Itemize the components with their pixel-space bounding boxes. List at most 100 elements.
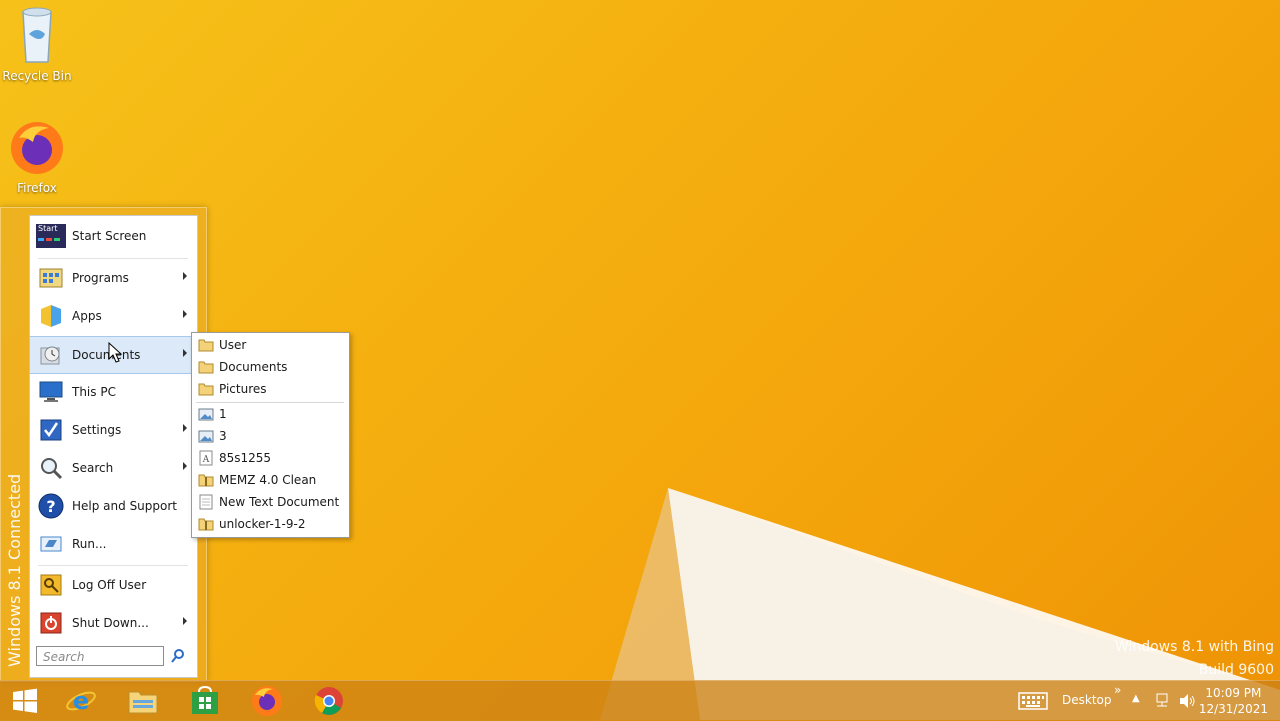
- tray-clock[interactable]: 10:09 PM 12/31/2021: [1199, 685, 1268, 717]
- search-icon: [36, 453, 66, 483]
- menu-item-label: This PC: [72, 385, 116, 399]
- start-button[interactable]: [0, 685, 50, 717]
- menu-item-this-pc[interactable]: This PC: [30, 374, 195, 410]
- mouse-cursor-icon: [108, 342, 122, 363]
- submenu-item-label: 85s1255: [219, 451, 272, 465]
- taskbar-store[interactable]: [180, 685, 230, 717]
- menu-item-label: Settings: [72, 423, 122, 437]
- menu-item-label: Help and Support: [72, 499, 177, 513]
- menu-item-label: Programs: [72, 271, 129, 285]
- firefox-desktop-icon[interactable]: Firefox: [0, 120, 74, 195]
- submenu-item-label: Pictures: [219, 382, 267, 396]
- this-pc-icon: [36, 377, 66, 407]
- submenu-arrow-icon: [183, 424, 187, 432]
- svg-text:A: A: [202, 455, 210, 465]
- documents-submenu: User Documents Pictures 1 3 A 85s1255 ME…: [191, 332, 350, 538]
- recycle-bin-desktop-icon[interactable]: Recycle Bin: [0, 4, 74, 83]
- recycle-bin-label: Recycle Bin: [2, 69, 72, 83]
- clock-time: 10:09 PM: [1205, 686, 1262, 700]
- network-icon[interactable]: [1154, 693, 1170, 709]
- windows-logo-icon: [13, 688, 37, 713]
- submenu-item-label: Documents: [219, 360, 288, 374]
- taskbar: e Desktop » ▲ 10:09 PM 12/31/2021: [0, 680, 1280, 721]
- watermark-line-1: Windows 8.1 with Bing: [1114, 639, 1274, 655]
- menu-item-label: Start Screen: [72, 229, 147, 243]
- svg-text:e: e: [73, 687, 89, 715]
- submenu-item-recent[interactable]: A 85s1255: [196, 447, 346, 469]
- search-button-icon[interactable]: [170, 648, 186, 664]
- firefox-label: Firefox: [17, 181, 57, 195]
- menu-item-label: Documents: [72, 348, 141, 362]
- submenu-item-recent[interactable]: MEMZ 4.0 Clean: [196, 469, 346, 491]
- chrome-icon: [314, 687, 343, 715]
- submenu-item-recent[interactable]: unlocker-1-9-2: [196, 513, 346, 535]
- svg-text:?: ?: [46, 497, 55, 516]
- start-search-input[interactable]: Search: [36, 646, 164, 666]
- start-menu-panel: Start Start Screen Programs Apps Documen…: [29, 215, 198, 678]
- taskbar-firefox[interactable]: [242, 685, 292, 717]
- zip-folder-icon: [198, 518, 214, 531]
- submenu-item-user[interactable]: User: [196, 334, 346, 356]
- submenu-arrow-icon: [183, 310, 187, 318]
- menu-item-label: Run...: [72, 537, 107, 551]
- programs-icon: [36, 263, 66, 293]
- taskbar-chrome[interactable]: [304, 685, 354, 717]
- menu-item-label: Log Off User: [72, 578, 147, 592]
- store-icon: [192, 686, 218, 714]
- submenu-item-documents[interactable]: Documents: [196, 356, 346, 378]
- start-menu: Windows 8.1 Connected Start Start Screen…: [0, 207, 207, 682]
- menu-item-run[interactable]: Run...: [30, 526, 195, 562]
- menu-item-settings[interactable]: Settings: [30, 412, 195, 448]
- menu-item-label: Search: [72, 461, 114, 475]
- menu-item-log-off[interactable]: Log Off User: [30, 567, 195, 603]
- menu-item-start-screen[interactable]: Start Start Screen: [30, 218, 195, 254]
- firefox-icon: [11, 122, 63, 174]
- image-file-icon: [198, 430, 214, 443]
- menu-item-help-and-support[interactable]: ? Help and Support: [30, 488, 195, 524]
- menu-separator: [38, 565, 188, 566]
- submenu-item-label: New Text Document: [219, 495, 340, 509]
- settings-icon: [36, 415, 66, 445]
- font-file-icon: A: [199, 450, 213, 466]
- clock-date: 12/31/2021: [1198, 702, 1268, 716]
- touch-keyboard-icon[interactable]: [1018, 692, 1048, 710]
- desktop-toolbar-label[interactable]: Desktop: [1062, 693, 1112, 707]
- folder-icon: [198, 361, 214, 374]
- submenu-item-recent[interactable]: 3: [196, 425, 346, 447]
- recycle-bin-icon: [22, 7, 52, 63]
- submenu-arrow-icon: [183, 349, 187, 357]
- taskbar-file-explorer[interactable]: [118, 685, 168, 717]
- menu-item-search[interactable]: Search: [30, 450, 195, 486]
- submenu-item-pictures[interactable]: Pictures: [196, 378, 346, 400]
- submenu-item-recent[interactable]: 1: [196, 403, 346, 425]
- menu-item-label: Shut Down...: [72, 616, 149, 630]
- menu-item-apps[interactable]: Apps: [30, 298, 195, 334]
- submenu-arrow-icon: [183, 272, 187, 280]
- menu-separator: [38, 258, 188, 259]
- file-explorer-icon: [128, 691, 158, 714]
- documents-icon: [36, 340, 66, 370]
- submenu-item-label: MEMZ 4.0 Clean: [219, 473, 317, 487]
- text-file-icon: [199, 494, 213, 510]
- zip-folder-icon: [198, 474, 214, 487]
- menu-item-programs[interactable]: Programs: [30, 260, 195, 296]
- submenu-item-label: unlocker-1-9-2: [219, 517, 306, 531]
- show-hidden-icons-chevron-icon[interactable]: ▲: [1132, 693, 1140, 704]
- menu-item-label: Apps: [72, 309, 102, 323]
- run-icon: [36, 529, 66, 559]
- submenu-item-label: 3: [219, 429, 227, 443]
- image-file-icon: [198, 408, 214, 421]
- start-menu-side-label: Windows 8.1 Connected: [5, 473, 24, 667]
- help-icon: ?: [36, 491, 66, 521]
- start-screen-icon: Start: [36, 221, 66, 251]
- log-off-icon: [36, 570, 66, 600]
- taskbar-internet-explorer[interactable]: e: [56, 685, 106, 717]
- submenu-item-recent[interactable]: New Text Document: [196, 491, 346, 513]
- submenu-item-label: User: [219, 338, 247, 352]
- folder-icon: [198, 383, 214, 396]
- volume-icon[interactable]: [1178, 693, 1196, 709]
- toolbar-expand-chevron-icon[interactable]: »: [1114, 683, 1121, 697]
- menu-item-shut-down[interactable]: Shut Down...: [30, 605, 195, 641]
- submenu-item-label: 1: [219, 407, 227, 421]
- watermark-line-2: Build 9600: [1198, 662, 1274, 678]
